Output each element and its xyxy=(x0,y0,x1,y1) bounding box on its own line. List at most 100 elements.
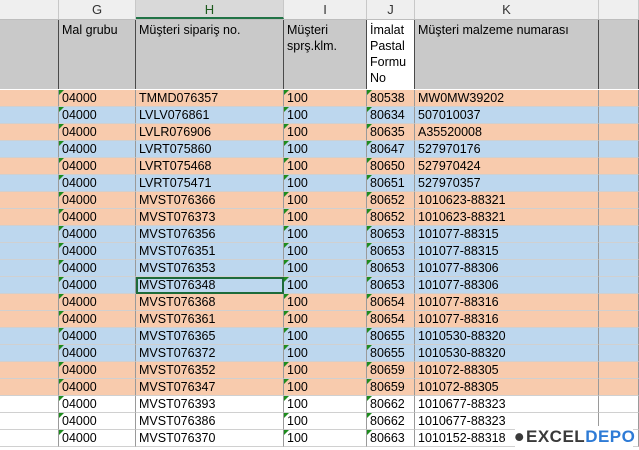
table-cell-i[interactable]: 100 xyxy=(284,158,367,175)
table-cell-j[interactable]: 80662 xyxy=(367,413,415,430)
table-cell-g[interactable]: 04000 xyxy=(59,175,136,192)
row-next-cell[interactable] xyxy=(599,396,639,413)
table-cell-k[interactable]: 1010530-88320 xyxy=(415,328,599,345)
table-cell-k[interactable]: 101077-88316 xyxy=(415,294,599,311)
table-cell-i[interactable]: 100 xyxy=(284,243,367,260)
table-cell-i[interactable]: 100 xyxy=(284,277,367,294)
table-cell-k[interactable]: 101077-88306 xyxy=(415,260,599,277)
table-cell-i[interactable]: 100 xyxy=(284,379,367,396)
table-cell-h[interactable]: MVST076373 xyxy=(136,209,284,226)
table-cell-j[interactable]: 80635 xyxy=(367,124,415,141)
row-next-cell[interactable] xyxy=(599,328,639,345)
row-blank-cell[interactable] xyxy=(0,430,59,447)
row-blank-cell[interactable] xyxy=(0,294,59,311)
table-cell-j[interactable]: 80659 xyxy=(367,362,415,379)
table-cell-i[interactable]: 100 xyxy=(284,175,367,192)
row-blank-cell[interactable] xyxy=(0,124,59,141)
table-cell-h[interactable]: MVST076370 xyxy=(136,430,284,447)
column-letter-g[interactable]: G xyxy=(59,0,136,19)
row-blank-cell[interactable] xyxy=(0,328,59,345)
table-cell-g[interactable]: 04000 xyxy=(59,192,136,209)
header-cell-i[interactable]: Müşteri sprş.klm. xyxy=(284,20,367,89)
header-cell-h[interactable]: Müşteri sipariş no. xyxy=(136,20,284,89)
table-cell-g[interactable]: 04000 xyxy=(59,430,136,447)
table-cell-h[interactable]: MVST076353 xyxy=(136,260,284,277)
table-cell-i[interactable]: 100 xyxy=(284,294,367,311)
table-cell-k[interactable]: 1010623-88321 xyxy=(415,209,599,226)
table-cell-h[interactable]: MVST076368 xyxy=(136,294,284,311)
table-cell-h[interactable]: MVST076361 xyxy=(136,311,284,328)
table-cell-k[interactable]: 527970176 xyxy=(415,141,599,158)
table-cell-j[interactable]: 80653 xyxy=(367,260,415,277)
table-cell-i[interactable]: 100 xyxy=(284,260,367,277)
row-next-cell[interactable] xyxy=(599,294,639,311)
row-blank-cell[interactable] xyxy=(0,90,59,107)
table-cell-k[interactable]: 101077-88316 xyxy=(415,311,599,328)
row-blank-cell[interactable] xyxy=(0,277,59,294)
table-cell-i[interactable]: 100 xyxy=(284,90,367,107)
row-blank-cell[interactable] xyxy=(0,158,59,175)
table-cell-i[interactable]: 100 xyxy=(284,192,367,209)
table-cell-j[interactable]: 80653 xyxy=(367,277,415,294)
table-cell-g[interactable]: 04000 xyxy=(59,362,136,379)
table-cell-j[interactable]: 80654 xyxy=(367,311,415,328)
row-blank-cell[interactable] xyxy=(0,396,59,413)
table-cell-i[interactable]: 100 xyxy=(284,396,367,413)
table-cell-k[interactable]: 527970357 xyxy=(415,175,599,192)
row-next-cell[interactable] xyxy=(599,362,639,379)
table-cell-k[interactable]: 1010530-88320 xyxy=(415,345,599,362)
row-blank-cell[interactable] xyxy=(0,175,59,192)
row-next-cell[interactable] xyxy=(599,277,639,294)
table-cell-j[interactable]: 80652 xyxy=(367,209,415,226)
row-blank-cell[interactable] xyxy=(0,226,59,243)
table-cell-g[interactable]: 04000 xyxy=(59,124,136,141)
row-next-cell[interactable] xyxy=(599,243,639,260)
table-cell-i[interactable]: 100 xyxy=(284,141,367,158)
row-next-cell[interactable] xyxy=(599,192,639,209)
table-cell-g[interactable]: 04000 xyxy=(59,294,136,311)
table-cell-g[interactable]: 04000 xyxy=(59,413,136,430)
table-cell-g[interactable]: 04000 xyxy=(59,311,136,328)
table-cell-j[interactable]: 80650 xyxy=(367,158,415,175)
row-blank-cell[interactable] xyxy=(0,413,59,430)
table-cell-j[interactable]: 80538 xyxy=(367,90,415,107)
table-cell-h[interactable]: TMMD076357 xyxy=(136,90,284,107)
table-cell-k[interactable]: MW0MW39202 xyxy=(415,90,599,107)
row-next-cell[interactable] xyxy=(599,141,639,158)
row-blank-cell[interactable] xyxy=(0,311,59,328)
table-cell-k[interactable]: 1010677-88323 xyxy=(415,396,599,413)
row-blank-cell[interactable] xyxy=(0,362,59,379)
table-cell-i[interactable]: 100 xyxy=(284,430,367,447)
table-cell-i[interactable]: 100 xyxy=(284,362,367,379)
table-cell-h[interactable]: MVST076351 xyxy=(136,243,284,260)
table-cell-i[interactable]: 100 xyxy=(284,413,367,430)
row-next-cell[interactable] xyxy=(599,311,639,328)
row-blank-cell[interactable] xyxy=(0,379,59,396)
table-cell-g[interactable]: 04000 xyxy=(59,277,136,294)
table-cell-h[interactable]: MVST076366 xyxy=(136,192,284,209)
table-cell-g[interactable]: 04000 xyxy=(59,209,136,226)
row-blank-cell[interactable] xyxy=(0,141,59,158)
row-blank-cell[interactable] xyxy=(0,209,59,226)
header-cell-k[interactable]: Müşteri malzeme numarası xyxy=(415,20,599,89)
column-header-next[interactable] xyxy=(599,0,639,19)
table-cell-k[interactable]: 527970424 xyxy=(415,158,599,175)
table-cell-h[interactable]: LVRT075860 xyxy=(136,141,284,158)
row-next-cell[interactable] xyxy=(599,345,639,362)
row-next-cell[interactable] xyxy=(599,226,639,243)
header-cell-j[interactable]: İmalat Pastal Formu No xyxy=(367,20,415,89)
table-cell-i[interactable]: 100 xyxy=(284,328,367,345)
table-cell-g[interactable]: 04000 xyxy=(59,158,136,175)
row-next-cell[interactable] xyxy=(599,209,639,226)
table-cell-j[interactable]: 80653 xyxy=(367,226,415,243)
table-cell-j[interactable]: 80652 xyxy=(367,192,415,209)
column-letter-i[interactable]: I xyxy=(284,0,367,19)
column-letter-j[interactable]: J xyxy=(367,0,415,19)
table-cell-g[interactable]: 04000 xyxy=(59,243,136,260)
table-cell-j[interactable]: 80651 xyxy=(367,175,415,192)
table-cell-i[interactable]: 100 xyxy=(284,311,367,328)
selected-cell[interactable]: MVST076348 xyxy=(136,277,284,294)
table-cell-h[interactable]: LVRT075468 xyxy=(136,158,284,175)
table-cell-i[interactable]: 100 xyxy=(284,124,367,141)
table-cell-j[interactable]: 80653 xyxy=(367,243,415,260)
